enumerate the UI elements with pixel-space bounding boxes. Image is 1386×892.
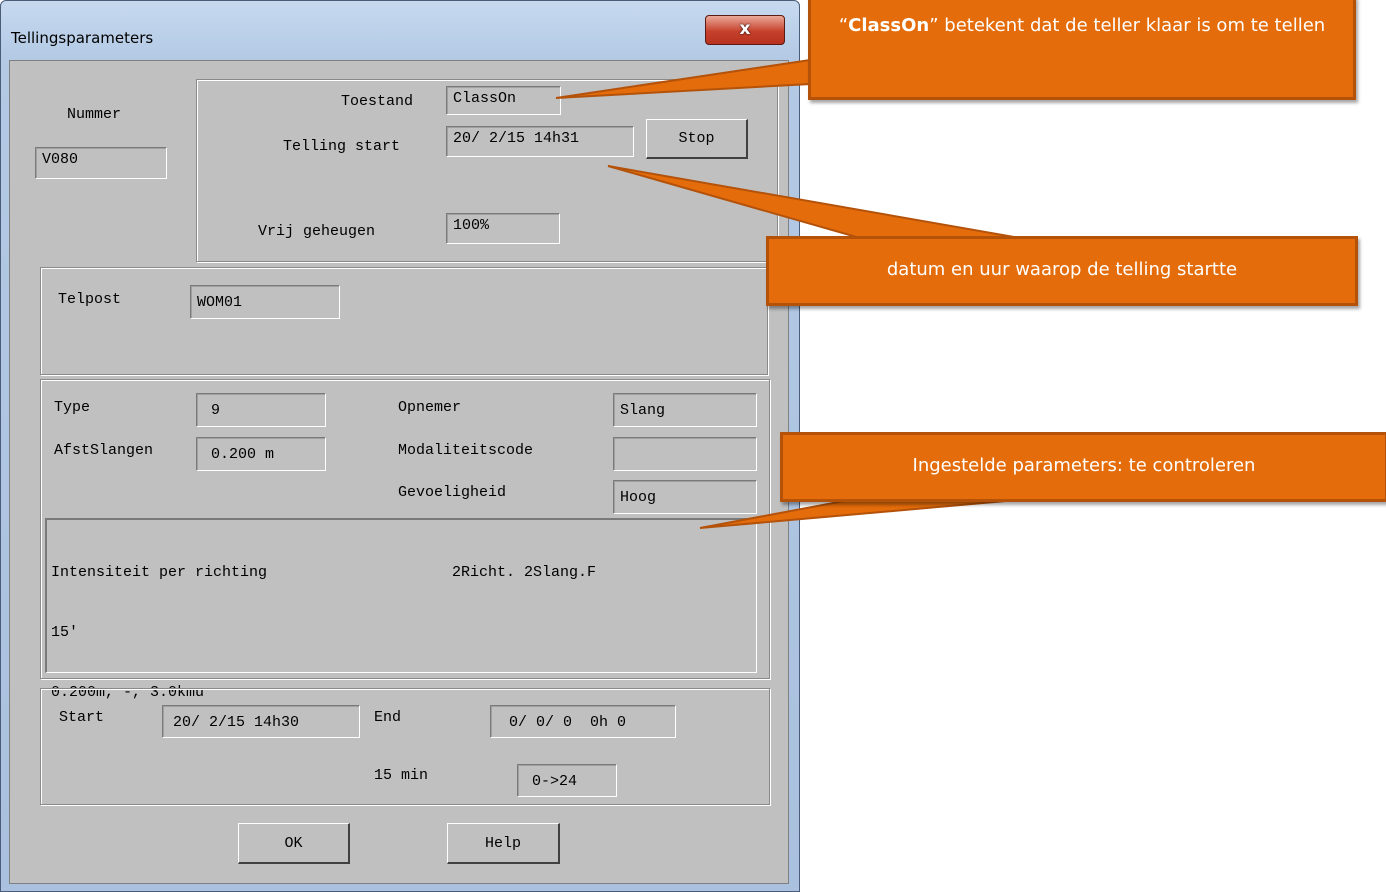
classon-callout: “ClassOn” betekent dat de teller klaar i… bbox=[808, 0, 1356, 100]
parameters-pointer bbox=[699, 497, 1041, 529]
parameters-callout: Ingestelde parameters: te controleren bbox=[780, 432, 1386, 502]
classon-pointer bbox=[555, 58, 811, 99]
datum-pointer bbox=[607, 165, 1021, 239]
classon-bold: ClassOn bbox=[848, 15, 930, 36]
classon-callout-text: ” betekent dat de teller klaar is om te … bbox=[929, 15, 1326, 36]
classon-open-quote: “ bbox=[838, 15, 849, 36]
datum-callout: datum en uur waarop de telling startte bbox=[766, 236, 1358, 306]
